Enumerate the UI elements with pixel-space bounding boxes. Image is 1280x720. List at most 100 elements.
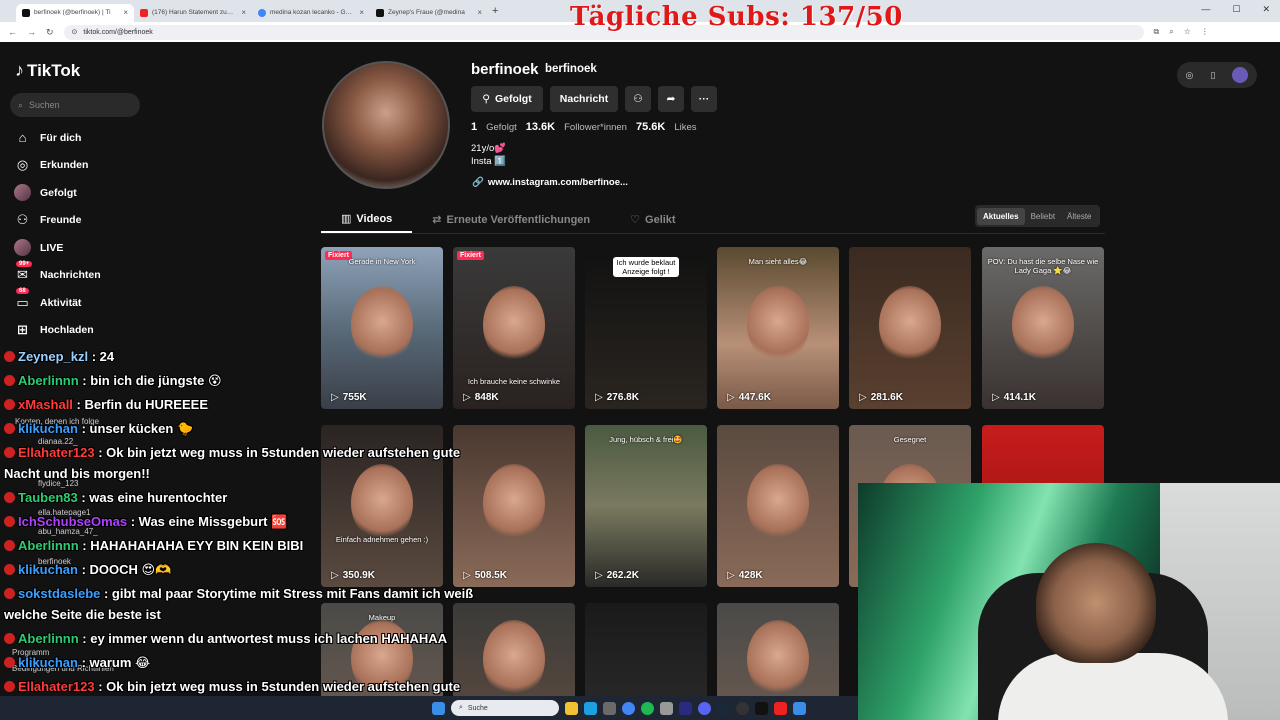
- user-avatar[interactable]: [1232, 67, 1249, 83]
- app-icon[interactable]: [660, 701, 673, 715]
- browser-tab-2[interactable]: medina kozan lecanko - Googl ×: [252, 4, 370, 22]
- video-thumbnail[interactable]: Ich wurde beklaut Anzeige folgt ! ▷ 276.8K: [585, 247, 707, 409]
- sidebar-item-fuer-dich[interactable]: ⌂ Für dich: [14, 124, 101, 152]
- sort-popular[interactable]: Beliebt: [1025, 208, 1061, 225]
- browser-tab-1[interactable]: (176) Harun Statement zum In ×: [134, 4, 252, 22]
- chrome-icon[interactable]: [622, 701, 635, 715]
- tiktok-logo[interactable]: ♪ TikTok: [15, 60, 80, 81]
- followers-count[interactable]: 13.6K: [526, 121, 555, 133]
- sidebar-item-nachrichten[interactable]: ✉ 99+ Nachrichten: [14, 260, 101, 290]
- video-thumbnail[interactable]: Einfach adnehmen gehen :) ▷ 350.9K: [321, 425, 443, 587]
- video-thumbnail[interactable]: Fixiert Ich brauche keine schwinke ▷ 848K: [453, 247, 575, 409]
- windows-start-icon[interactable]: [432, 701, 445, 715]
- followers-label: Follower*innen: [564, 122, 627, 133]
- avatar-icon: [14, 184, 31, 202]
- video-thumbnail[interactable]: ▷ 281.6K: [849, 247, 971, 409]
- back-icon[interactable]: ←: [8, 27, 17, 37]
- app-icon[interactable]: [793, 701, 806, 715]
- tab-reposts[interactable]: ⇄ Erneute Veröffentlichungen: [412, 206, 610, 233]
- tab-liked[interactable]: ♡ Gelikt: [610, 206, 695, 233]
- obs-icon[interactable]: [736, 701, 749, 715]
- view-count: ▷ 262.2K: [595, 570, 639, 581]
- tab-videos[interactable]: ▥ Videos: [321, 206, 413, 233]
- window-controls: — ☐ ✕: [1201, 4, 1270, 15]
- sidebar-nav: ⌂ Für dich ◎ Erkunden Gefolgt ⚇ Freunde LIV…: [14, 124, 101, 344]
- video-thumbnail[interactable]: Fixiert Gerade in New York ▷ 755K: [321, 247, 443, 409]
- minimize-icon[interactable]: —: [1201, 4, 1210, 15]
- file-explorer-icon[interactable]: [565, 701, 578, 715]
- device-icon[interactable]: ▯: [1210, 70, 1215, 81]
- following-item[interactable]: berfinoek: [38, 557, 71, 566]
- close-icon[interactable]: ×: [241, 8, 246, 17]
- store-icon[interactable]: [603, 701, 616, 715]
- following-item[interactable]: dianaa.22_: [38, 437, 78, 446]
- close-window-icon[interactable]: ✕: [1262, 4, 1270, 15]
- sort-oldest[interactable]: Älteste: [1061, 208, 1097, 225]
- share-button[interactable]: ➦: [658, 86, 684, 112]
- screen: berfinoek (@berfinoek) | Ti × (176) Harun…: [0, 0, 1280, 720]
- following-item[interactable]: abu_hamza_47_: [38, 527, 98, 536]
- view-count: ▷ 755K: [331, 392, 367, 403]
- footer-link[interactable]: Bedingungen und Richtlinien: [12, 664, 114, 673]
- sidebar-item-aktivitaet[interactable]: ▭ 68 Aktivität: [14, 288, 101, 317]
- zoom-icon[interactable]: ⌕: [1169, 27, 1173, 37]
- notification-badge: 68: [16, 288, 29, 295]
- reload-icon[interactable]: ↻: [46, 27, 54, 38]
- steam-icon[interactable]: [717, 701, 730, 715]
- browser-tab-0[interactable]: berfinoek (@berfinoek) | Ti ×: [16, 3, 134, 22]
- site-info-icon[interactable]: ⊙: [72, 28, 78, 36]
- new-tab-button[interactable]: +: [492, 5, 498, 17]
- taskbar-search[interactable]: ⌕ Suche: [451, 700, 559, 716]
- following-item[interactable]: flydice_123: [38, 479, 78, 488]
- video-caption: Ich brauche keine schwinke: [467, 377, 561, 386]
- sidebar-item-erkunden[interactable]: ◎ Erkunden: [14, 152, 101, 180]
- bio-line: Insta 1️⃣: [471, 156, 507, 167]
- discord-icon[interactable]: [698, 701, 711, 715]
- video-thumbnail[interactable]: Jung, hübsch & frei🤩 ▷ 262.2K: [585, 425, 707, 587]
- menu-icon[interactable]: ⋮: [1201, 27, 1209, 37]
- coins-icon[interactable]: ◎: [1186, 70, 1194, 81]
- sort-latest[interactable]: Aktuelles: [977, 207, 1025, 225]
- webcam-person: [1036, 543, 1156, 663]
- sidebar-item-freunde[interactable]: ⚇ Freunde: [14, 207, 101, 235]
- video-thumbnail[interactable]: Man sieht alles😂 ▷ 447.6K: [717, 247, 839, 409]
- sidebar-item-gefolgt[interactable]: Gefolgt: [14, 179, 101, 207]
- view-count: ▷ 508.5K: [463, 570, 507, 581]
- grid-icon: ▥: [341, 213, 352, 225]
- following-count[interactable]: 1: [471, 121, 477, 133]
- sidebar-item-label: Aktivität: [40, 296, 82, 309]
- install-icon[interactable]: ⧉: [1154, 27, 1160, 37]
- video-thumbnail[interactable]: ▷ 428K: [717, 425, 839, 587]
- search-input[interactable]: ⌕ Suchen: [10, 93, 140, 117]
- profile-link[interactable]: 🔗 www.instagram.com/berfinoe...: [472, 177, 628, 188]
- sidebar-item-label: Gefolgt: [40, 186, 77, 199]
- close-icon[interactable]: ×: [359, 8, 364, 17]
- sidebar-item-hochladen[interactable]: ⊞ Hochladen: [14, 317, 101, 345]
- tiktok-icon[interactable]: [755, 701, 768, 715]
- app-icon[interactable]: [679, 701, 692, 715]
- view-count-text: 447.6K: [738, 392, 771, 403]
- maximize-icon[interactable]: ☐: [1232, 4, 1240, 15]
- close-icon[interactable]: ×: [477, 8, 482, 17]
- star-icon[interactable]: ☆: [1184, 27, 1191, 37]
- video-thumbnail[interactable]: POV: Du hast die selbe Nase wie Lady Gag…: [982, 247, 1104, 409]
- browser-tab-3[interactable]: Zeynep's Fraue (@medina ×: [370, 4, 488, 22]
- google-icon: [258, 8, 266, 17]
- video-thumbnail[interactable]: ▷ 508.5K: [453, 425, 575, 587]
- spotify-icon[interactable]: [641, 701, 654, 715]
- app-icon[interactable]: [774, 701, 787, 715]
- close-icon[interactable]: ×: [123, 8, 128, 17]
- sidebar-item-label: Hochladen: [40, 324, 94, 337]
- message-icon: ✉ 99+: [14, 260, 33, 284]
- more-button[interactable]: ···: [691, 86, 717, 112]
- edge-icon[interactable]: [584, 701, 597, 715]
- suggest-account-button[interactable]: ⚇: [625, 86, 651, 112]
- following-item[interactable]: ella.hatepage1: [38, 508, 91, 517]
- sidebar-item-live[interactable]: LIVE: [14, 234, 101, 262]
- footer-link[interactable]: Programm: [12, 648, 49, 657]
- video-caption: Gesegnet: [893, 435, 927, 444]
- following-button[interactable]: ⚲ Gefolgt: [471, 86, 543, 112]
- forward-icon[interactable]: →: [27, 27, 36, 37]
- tiktok-icon: [22, 8, 30, 17]
- message-button[interactable]: Nachricht: [550, 86, 618, 112]
